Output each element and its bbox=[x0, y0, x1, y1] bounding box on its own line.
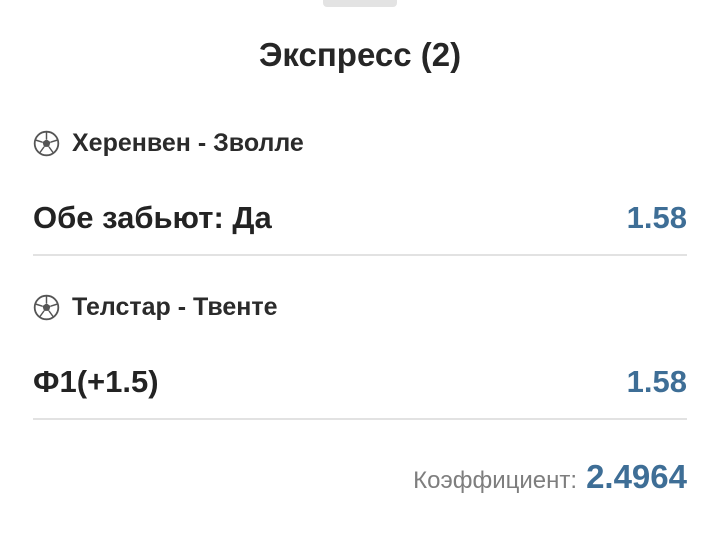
soccer-ball-icon bbox=[33, 294, 60, 320]
bet-name: Обе забьют: Да bbox=[33, 200, 272, 235]
match-row: Телстар - Твенте bbox=[33, 292, 687, 322]
match-row: Херенвен - Зволле bbox=[33, 128, 687, 158]
match-name: Телстар - Твенте bbox=[72, 292, 278, 321]
match-name: Херенвен - Зволле bbox=[72, 128, 304, 157]
divider bbox=[33, 418, 687, 420]
page-title: Экспресс (2) bbox=[258, 36, 462, 73]
event-item[interactable]: Телстар - Твенте Ф1(+1.5) 1.58 bbox=[33, 292, 687, 422]
odd-value: 1.58 bbox=[626, 200, 687, 235]
total-label: Коэффициент: bbox=[413, 467, 578, 494]
bet-row: Ф1(+1.5) 1.58 bbox=[33, 362, 687, 402]
bet-name: Ф1(+1.5) bbox=[33, 364, 159, 399]
divider bbox=[33, 254, 687, 256]
drag-handle[interactable] bbox=[323, 0, 397, 7]
event-item[interactable]: Херенвен - Зволле Обе забьют: Да 1.58 bbox=[33, 128, 687, 258]
total-value: 2.4964 bbox=[586, 458, 687, 495]
odd-value: 1.58 bbox=[626, 364, 687, 399]
bet-row: Обе забьют: Да 1.58 bbox=[33, 198, 687, 238]
total-coefficient: Коэффициент: 2.4964 bbox=[413, 458, 687, 496]
soccer-ball-icon bbox=[33, 130, 60, 156]
